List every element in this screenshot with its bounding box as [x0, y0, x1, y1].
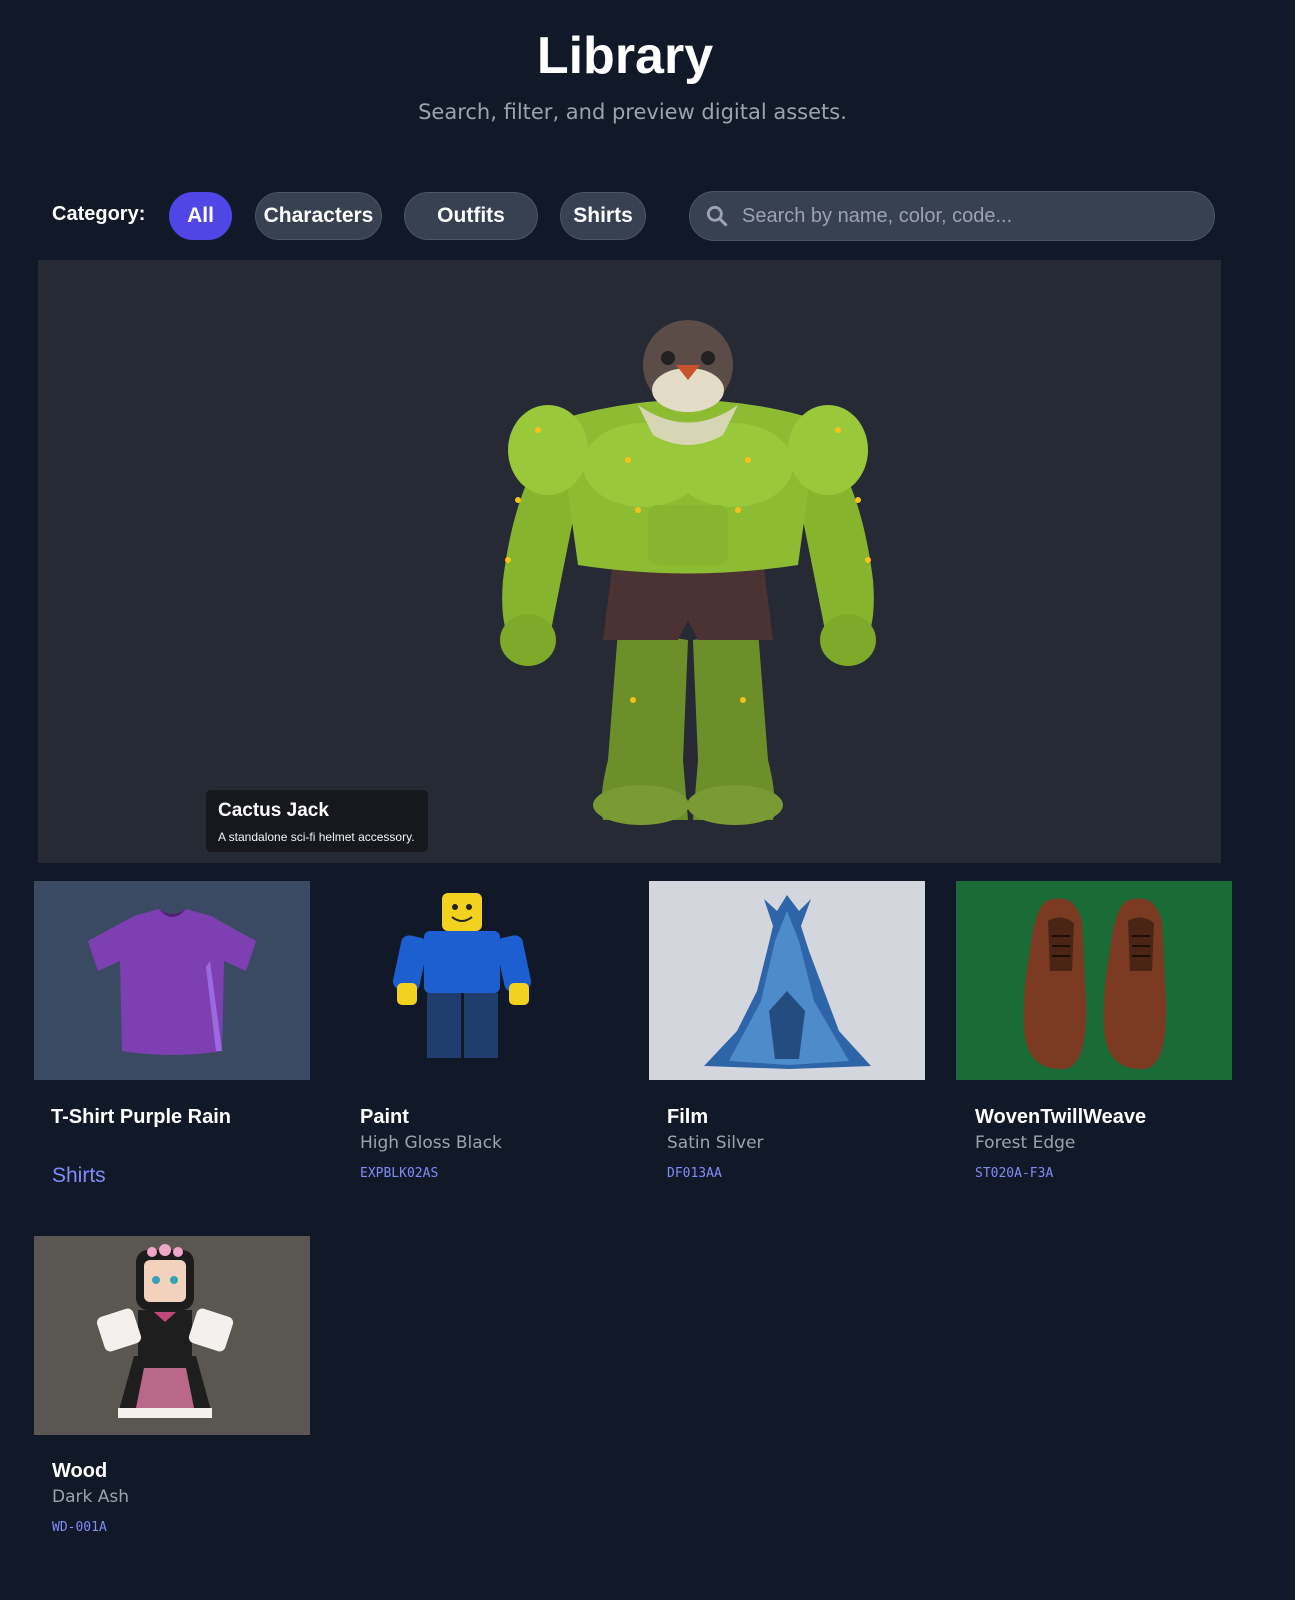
- search-box[interactable]: [689, 191, 1215, 241]
- search-input[interactable]: [742, 204, 1214, 228]
- asset-card-woventwillweave[interactable]: WovenTwillWeave Forest Edge ST020A-F3A: [956, 881, 1232, 1201]
- hero-name: Cactus Jack: [218, 800, 329, 821]
- filter-pill-outfits[interactable]: Outfits: [404, 192, 538, 240]
- card-code: EXPBLK02AS: [360, 1166, 439, 1181]
- card-subtitle: Dark Ash: [52, 1487, 130, 1507]
- card-thumbnail: [956, 881, 1232, 1080]
- filter-pill-all[interactable]: All: [169, 192, 232, 240]
- cactus-character-model: [500, 320, 876, 825]
- card-title: Paint: [360, 1106, 409, 1128]
- card-thumbnail: [342, 881, 618, 1080]
- card-subtitle: Satin Silver: [667, 1133, 764, 1153]
- category-label: Category:: [52, 203, 146, 225]
- card-code: DF013AA: [667, 1166, 722, 1181]
- library-page: Library Search, filter, and preview digi…: [0, 0, 1295, 1600]
- preview-viewer[interactable]: Cactus Jack A standalone sci-fi helmet a…: [38, 260, 1221, 863]
- filter-bar: Category: All Characters Outfits Shirts: [52, 190, 1252, 241]
- card-title: Film: [667, 1106, 709, 1128]
- card-title: WovenTwillWeave: [975, 1106, 1147, 1128]
- card-title: T-Shirt Purple Rain: [51, 1106, 232, 1128]
- card-subtitle: High Gloss Black: [360, 1133, 502, 1153]
- card-title: Wood: [52, 1460, 108, 1482]
- card-category-link[interactable]: Shirts: [52, 1164, 106, 1188]
- page-title: Library: [536, 27, 714, 85]
- anime-character-image: [96, 1244, 234, 1418]
- card-code: WD-001A: [52, 1520, 107, 1535]
- filter-pill-shirts[interactable]: Shirts: [560, 192, 646, 240]
- hero-description: A standalone sci-fi helmet accessory.: [218, 830, 415, 844]
- tshirt-image: [88, 909, 256, 1055]
- hero-caption: Cactus Jack A standalone sci-fi helmet a…: [206, 790, 428, 852]
- card-code: ST020A-F3A: [975, 1166, 1054, 1181]
- asset-card-tshirt[interactable]: T-Shirt Purple Rain Shirts: [34, 881, 310, 1201]
- crystal-dress-image: [704, 895, 871, 1069]
- card-thumbnail: [649, 881, 925, 1080]
- page-subtitle: Search, filter, and preview digital asse…: [418, 100, 847, 124]
- shoes-image: [1023, 898, 1167, 1070]
- asset-card-film[interactable]: Film Satin Silver DF013AA: [649, 881, 925, 1201]
- asset-card-paint[interactable]: Paint High Gloss Black EXPBLK02AS: [342, 881, 618, 1201]
- card-thumbnail: [34, 881, 310, 1080]
- filter-pill-characters[interactable]: Characters: [255, 192, 382, 240]
- blocky-character-image: [392, 893, 532, 1058]
- search-icon: [706, 205, 728, 227]
- card-subtitle: Forest Edge: [975, 1133, 1076, 1153]
- asset-card-wood[interactable]: Wood Dark Ash WD-001A: [34, 1236, 310, 1556]
- card-thumbnail: [34, 1236, 310, 1435]
